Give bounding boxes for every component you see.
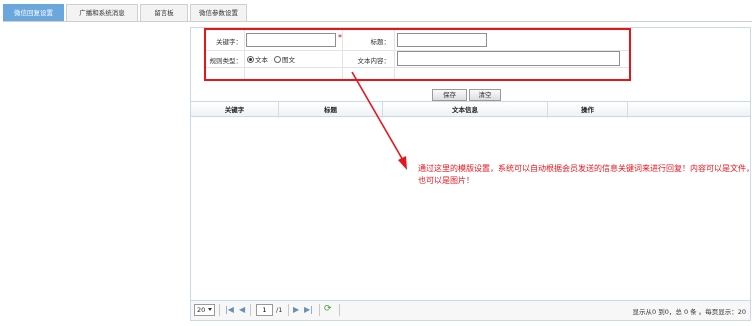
- tab-wechat-parameter-settings[interactable]: 微信参数设置: [190, 4, 247, 21]
- tab-wechat-reply-settings[interactable]: 微信回复设置: [3, 4, 64, 21]
- rule-type-image-label: 图文: [282, 56, 295, 64]
- form-divider: [342, 30, 343, 80]
- title-input[interactable]: [397, 33, 487, 47]
- next-page-icon[interactable]: ▶: [293, 305, 299, 314]
- title-label: 标题：: [370, 38, 391, 46]
- form-divider: [394, 30, 395, 80]
- annotation-text: 通过这里的模版设置，系统可以自动根据会员发送的信息关键词来进行回复！内容可以是文…: [418, 164, 754, 185]
- page-size-value: 20: [197, 306, 206, 314]
- current-page-input[interactable]: [256, 304, 273, 316]
- content-label: 文本内容：: [357, 57, 391, 65]
- content-input[interactable]: [397, 51, 620, 66]
- keyword-label: 关键字：: [216, 38, 242, 46]
- keyword-input[interactable]: [246, 33, 336, 47]
- pager-separator: [319, 304, 320, 316]
- prev-page-icon[interactable]: ◀: [239, 305, 245, 314]
- table-header: 关键字 标题 文本信息 操作: [191, 101, 750, 118]
- required-mark: *: [338, 33, 342, 42]
- rule-type-text-radio[interactable]: 文本: [247, 54, 268, 64]
- last-page-icon[interactable]: ▶|: [304, 305, 313, 314]
- form-divider: [206, 67, 629, 68]
- column-keyword[interactable]: 关键字: [191, 102, 279, 118]
- pager-separator: [250, 304, 251, 316]
- pager-bar: 20 |◀ ◀ /1 ▶ ▶| ⟳ 显示从0 到0，总 0 条 。每页显示：20: [191, 300, 750, 320]
- pager-summary: 显示从0 到0，总 0 条 。每页显示：20: [632, 308, 746, 316]
- rule-type-image-radio[interactable]: 图文: [274, 54, 295, 64]
- tab-underline: [3, 21, 752, 22]
- column-text-info[interactable]: 文本信息: [383, 102, 548, 118]
- radio-checked-icon: [247, 55, 254, 63]
- pager-separator: [288, 304, 289, 316]
- page-size-select[interactable]: 20: [194, 304, 215, 316]
- save-button[interactable]: 保存: [432, 89, 467, 101]
- tab-message-board[interactable]: 留言板: [140, 4, 188, 21]
- radio-unchecked-icon: [274, 55, 281, 63]
- first-page-icon[interactable]: |◀: [225, 305, 234, 314]
- column-actions[interactable]: 操作: [548, 102, 628, 118]
- rule-type-text-label: 文本: [255, 56, 268, 64]
- tab-broadcast-system-messages[interactable]: 广播和系统消息: [66, 4, 138, 21]
- pager-separator: [219, 304, 220, 316]
- rule-type-label: 规则类型：: [209, 57, 243, 65]
- total-pages-text: /1: [276, 306, 283, 314]
- clear-button[interactable]: 清空: [469, 89, 501, 101]
- pager-separator: [339, 304, 340, 316]
- refresh-icon[interactable]: ⟳: [324, 304, 332, 314]
- column-title[interactable]: 标题: [279, 102, 383, 118]
- form-divider: [244, 30, 245, 80]
- dropdown-caret-icon: [208, 308, 212, 311]
